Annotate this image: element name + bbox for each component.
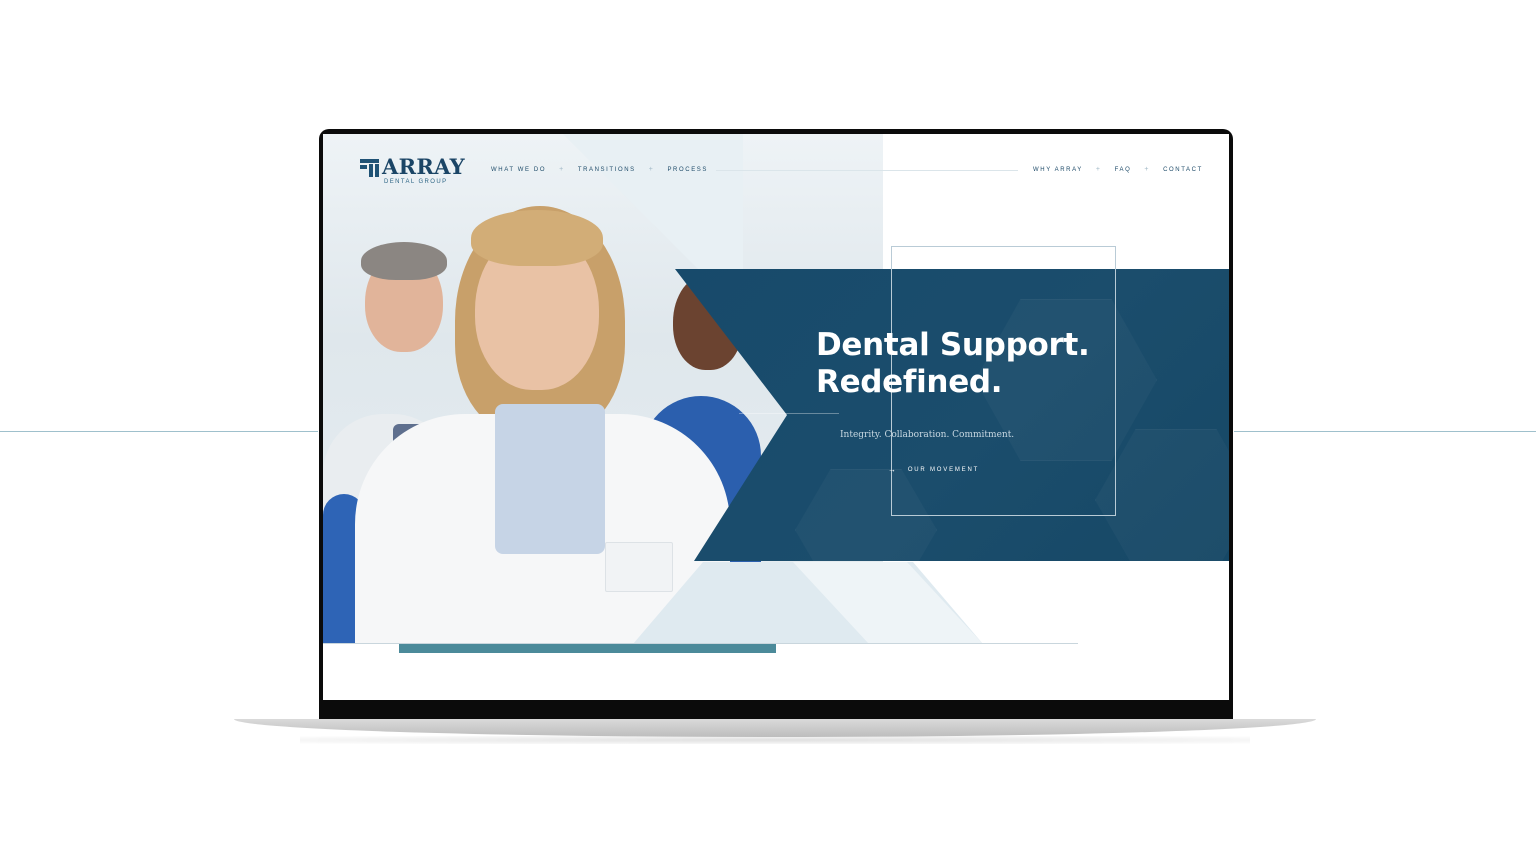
laptop-base [234, 719, 1316, 737]
logo[interactable]: ARRAY DENTAL GROUP [360, 156, 465, 186]
primary-nav: WHAT WE DO + TRANSITIONS + PROCESS [491, 166, 708, 173]
arrow-right-icon: → [888, 465, 898, 474]
nav-separator: + [648, 166, 655, 173]
hero-divider [739, 413, 839, 414]
coat-pocket [605, 542, 673, 592]
website-screen: ARRAY DENTAL GROUP WHAT WE DO + TRANSITI… [323, 134, 1229, 700]
hero-heading-line2: Redefined. [816, 364, 1003, 400]
nav-transitions[interactable]: TRANSITIONS [578, 167, 636, 173]
nav-why-array[interactable]: WHY ARRAY [1033, 167, 1083, 173]
secondary-nav: WHY ARRAY + FAQ + CONTACT [1033, 166, 1203, 173]
nav-divider-line [716, 170, 1018, 171]
hair [361, 242, 447, 280]
laptop-shadow [300, 736, 1250, 744]
decorative-line-left [0, 431, 318, 432]
our-movement-button[interactable]: → OUR MOVEMENT [888, 465, 979, 474]
slider-progress-bar[interactable] [399, 644, 776, 653]
nav-contact[interactable]: CONTACT [1163, 167, 1203, 173]
cta-label: OUR MOVEMENT [907, 466, 980, 473]
logo-mark-icon [360, 159, 379, 177]
decorative-line-right [1234, 431, 1536, 432]
hair-top [471, 210, 603, 266]
hero-heading-line1: Dental Support. [816, 327, 1090, 363]
brand-subtitle: DENTAL GROUP [384, 179, 448, 185]
nav-separator: + [1144, 166, 1151, 173]
brand-name: ARRAY [382, 154, 465, 179]
showcase-stage: ARRAY DENTAL GROUP WHAT WE DO + TRANSITI… [0, 0, 1536, 864]
nav-process[interactable]: PROCESS [667, 167, 708, 173]
hero-heading: Dental Support. Redefined. [816, 327, 1090, 401]
nav-what-we-do[interactable]: WHAT WE DO [491, 167, 546, 173]
hero-tagline: Integrity. Collaboration. Commitment. [840, 430, 1015, 440]
nav-separator: + [1095, 166, 1102, 173]
nav-faq[interactable]: FAQ [1115, 167, 1132, 173]
shirt [495, 404, 605, 554]
nav-separator: + [559, 166, 565, 173]
